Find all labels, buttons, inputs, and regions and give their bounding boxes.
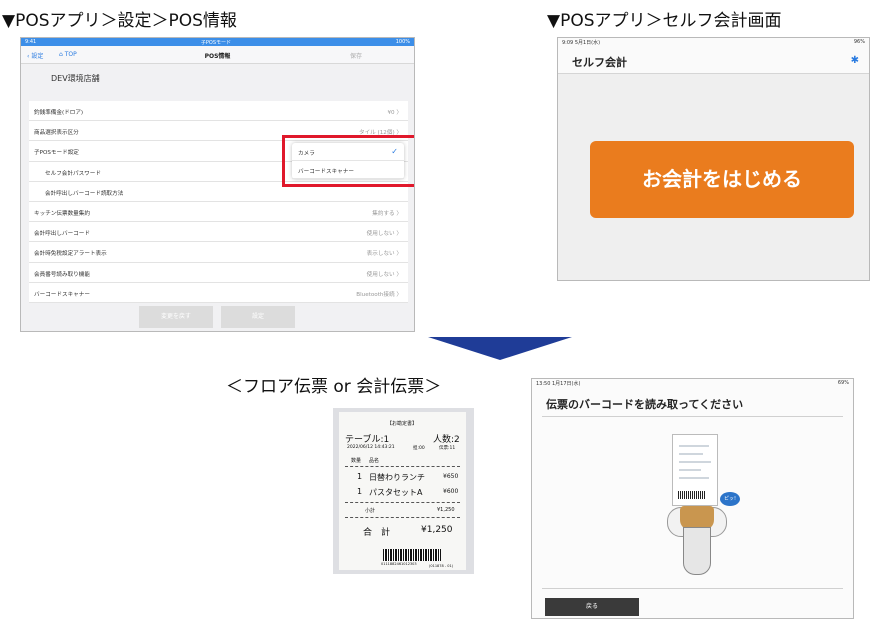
receipt-illustration-icon [672,434,718,506]
setting-value: 表示しない 〉 [366,251,402,258]
down-arrow-icon [428,337,572,360]
item-qty: 1 [357,472,363,481]
divider [542,588,843,589]
subtotal-label: 小計 [365,508,376,514]
col-qty: 数量 [351,458,362,464]
receipt-line [679,461,711,463]
setting-label: セルフ会計パスワード [45,170,101,177]
settings-list: 釣銭準備金(ドロア) ¥0 〉 商品選択表示区分 タイル (12個) 〉 子POSモ… [29,101,408,303]
total-value: ¥1,250 [421,525,453,535]
status-time: 9:09 5月1日(水) [562,39,601,46]
receipt-divider [345,502,460,503]
status-bar: 13:50 1月17日(水) 69% [532,379,853,387]
setting-label: 会計時免税設定アラート表示 [34,251,107,258]
heading-receipt-type: ＜フロア伝票 or 会計伝票＞ [226,377,442,397]
store-name: DEV環境店舗 [51,74,100,83]
divider [542,416,843,417]
pos-settings-screen: 9:41 子POSモード 100% ‹ 設定 ⌂ TOP POS情報 保存 DE… [20,37,415,332]
status-time: 9:41 [25,39,37,45]
receipt-paper: 【お勘定書】 テーブル:1 人数:2 2022/06/12 14:43:21 担… [339,412,466,570]
status-bar: 9:41 子POSモード 100% [21,38,414,46]
self-header: セルフ会計 ✱ [558,46,869,74]
gear-icon[interactable]: ✱ [851,55,859,66]
setting-label: 子POSモード設定 [34,150,79,157]
start-checkout-button[interactable]: お会計をはじめる [590,141,854,218]
bottom-button-bar: 変更を戻す 設定 [21,306,414,329]
receipt-seq: 担:00 [413,446,425,451]
scanner-icon [683,527,711,575]
nav-bar: ‹ 設定 ⌂ TOP POS情報 保存 [21,46,414,64]
setting-label: 会計呼出しバーコード [34,231,90,238]
receipt-barcode [383,549,441,561]
heading-self-checkout: ▼POSアプリ＞セルフ会計画面 [547,11,782,31]
item-name: パスタセットA [369,488,423,497]
self-checkout-screen: 9:09 5月1日(水) 96% セルフ会計 ✱ お会計をはじめる [557,37,870,281]
restore-button[interactable]: 変更を戻す [139,306,213,328]
receipt-photo: 【お勘定書】 テーブル:1 人数:2 2022/06/12 14:43:21 担… [333,408,474,574]
receipt-footer: (011878 - 01) [429,564,454,568]
status-mode: 子POSモード [200,39,232,46]
total-label: 合 計 [363,528,391,538]
scan-title: 伝票のバーコードを読み取ってください [546,398,744,411]
receipt-slip: 伝票:11 [439,446,456,451]
receipt-table: テーブル:1 [345,435,390,445]
subtotal-value: ¥1,250 [437,507,455,513]
setting-label: 釣銭準備金(ドロア) [34,110,84,116]
status-battery: 69% [837,380,849,386]
setting-row[interactable]: 会計時免税設定アラート表示 表示しない 〉 [29,242,408,263]
beep-bubble: ピッ! [720,492,740,506]
receipt-line [679,469,701,471]
save-button[interactable]: 保存 [350,51,362,60]
status-time: 13:50 1月17日(水) [536,380,581,387]
status-battery: 100% [395,39,410,45]
status-battery: 96% [853,39,865,45]
setting-value: Bluetooth接続 〉 [356,291,402,298]
receipt-divider [345,466,460,467]
setting-row[interactable]: 釣銭準備金(ドロア) ¥0 〉 [29,101,408,122]
item-qty: 1 [357,487,363,496]
barcode-scan-screen: 13:50 1月17日(水) 69% 伝票のバーコードを読み取ってください ピッ… [531,378,854,619]
barcode-number: 0111882461012303 [381,562,417,566]
back-button[interactable]: 戻る [545,598,639,616]
heading-pos-settings: ▼POSアプリ＞設定＞POS情報 [2,11,237,31]
setting-label: 会計呼出しバーコード読取方法 [45,190,124,197]
setting-value: 使用しない 〉 [366,271,402,278]
setting-value: ¥0 〉 [387,110,403,116]
receipt-line [679,453,703,455]
col-name: 品名 [369,458,380,464]
setting-label: バーコードスキャナー [34,291,90,298]
item-price: ¥650 [443,473,459,480]
status-bar: 9:09 5月1日(水) 96% [558,38,869,46]
setting-value: 使用しない 〉 [366,231,402,238]
setting-row[interactable]: 会員番号読み取り機能 使用しない 〉 [29,262,408,283]
setting-row[interactable]: キッチン伝票数量集約 集約する 〉 [29,201,408,223]
self-title: セルフ会計 [572,56,627,69]
setting-label: キッチン伝票数量集約 [34,210,90,217]
item-name: 日替わりランチ [369,473,425,482]
receipt-divider [345,517,460,518]
set-button[interactable]: 設定 [221,306,295,328]
item-price: ¥600 [443,488,459,495]
setting-row[interactable]: 会計呼出しバーコード 使用しない 〉 [29,222,408,243]
receipt-datetime: 2022/06/12 14:43:21 [347,445,395,450]
receipt-header: 【お勘定書】 [387,421,418,427]
receipt-guests: 人数:2 [433,435,460,445]
highlight-box [282,135,414,187]
setting-row[interactable]: バーコードスキャナー Bluetooth接続 〉 [29,282,408,303]
setting-value: 集約する 〉 [372,210,402,217]
setting-label: 会員番号読み取り機能 [34,271,90,278]
receipt-line [679,445,709,447]
barcode-icon [678,491,706,499]
receipt-line [679,477,709,479]
setting-label: 商品選択表示区分 [34,130,79,137]
